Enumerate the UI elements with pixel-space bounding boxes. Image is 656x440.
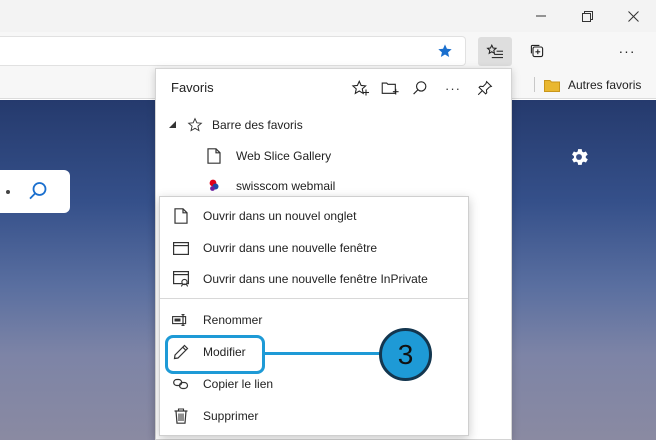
tree-item-swisscom-webmail[interactable]: swisscom webmail bbox=[207, 177, 335, 195]
close-button[interactable] bbox=[610, 0, 656, 32]
panel-title: Favoris bbox=[171, 80, 214, 95]
collections-icon bbox=[530, 44, 544, 58]
add-folder-button[interactable] bbox=[379, 77, 401, 99]
inprivate-window-icon bbox=[172, 270, 190, 288]
highlight-frame bbox=[165, 335, 265, 374]
callout-connector bbox=[265, 352, 382, 355]
caret-down-icon bbox=[169, 121, 176, 128]
new-window-icon bbox=[172, 239, 190, 257]
folder-icon bbox=[544, 79, 560, 92]
search-icon bbox=[29, 182, 47, 200]
star-outline-icon bbox=[187, 117, 203, 132]
menu-item-label: Renommer bbox=[203, 313, 263, 327]
address-bar[interactable] bbox=[0, 36, 466, 66]
collections-button[interactable] bbox=[526, 40, 548, 62]
search-box[interactable] bbox=[0, 170, 70, 213]
menu-item-delete[interactable]: Supprimer bbox=[160, 401, 468, 431]
menu-separator bbox=[160, 298, 468, 299]
more-menu-button[interactable]: ··· bbox=[612, 40, 642, 62]
menu-item-open-new-window[interactable]: Ouvrir dans une nouvelle fenêtre bbox=[160, 233, 468, 263]
page-icon bbox=[207, 148, 221, 164]
menu-item-label: Ouvrir dans un nouvel onglet bbox=[203, 209, 357, 223]
gear-icon bbox=[572, 149, 588, 165]
link-icon bbox=[172, 375, 190, 393]
favorites-list-icon bbox=[486, 43, 503, 58]
pin-icon bbox=[477, 80, 493, 96]
add-favorite-button[interactable] bbox=[349, 77, 371, 99]
tree-item-web-slice-gallery[interactable]: Web Slice Gallery bbox=[207, 147, 331, 165]
menu-item-label: Ouvrir dans une nouvelle fenêtre InPriva… bbox=[203, 272, 428, 286]
panel-more-button[interactable]: ··· bbox=[442, 77, 464, 99]
divider bbox=[534, 77, 535, 92]
star-add-icon bbox=[351, 79, 369, 96]
tree-item-favorites-bar[interactable]: Barre des favoris bbox=[168, 116, 303, 134]
restore-button[interactable] bbox=[564, 0, 610, 32]
rename-icon bbox=[172, 311, 190, 329]
swisscom-favicon bbox=[209, 179, 219, 191]
settings-button[interactable] bbox=[568, 146, 590, 173]
title-bar bbox=[0, 0, 656, 32]
folder-add-icon bbox=[381, 82, 399, 95]
restore-icon bbox=[581, 10, 593, 22]
favorite-star-button[interactable] bbox=[433, 40, 457, 62]
menu-item-label: Copier le lien bbox=[203, 377, 274, 391]
trash-icon bbox=[172, 407, 190, 425]
context-menu: Ouvrir dans un nouvel onglet Ouvrir dans… bbox=[159, 196, 469, 436]
menu-item-open-inprivate[interactable]: Ouvrir dans une nouvelle fenêtre InPriva… bbox=[160, 264, 468, 294]
new-tab-icon bbox=[172, 207, 190, 225]
star-filled-icon bbox=[438, 44, 452, 57]
close-icon bbox=[627, 10, 639, 22]
tree-label: Web Slice Gallery bbox=[236, 149, 332, 163]
pin-panel-button[interactable] bbox=[474, 77, 496, 99]
menu-item-label: Ouvrir dans une nouvelle fenêtre bbox=[203, 241, 378, 255]
tree-label: Barre des favoris bbox=[212, 118, 303, 132]
menu-item-label: Supprimer bbox=[203, 409, 259, 423]
search-favorites-button[interactable] bbox=[409, 77, 431, 99]
search-icon bbox=[413, 81, 427, 95]
search-dot bbox=[6, 190, 10, 194]
step-number-badge: 3 bbox=[379, 328, 432, 381]
minimize-button[interactable] bbox=[518, 0, 564, 32]
other-favorites-folder[interactable]: Autres favoris bbox=[544, 75, 641, 95]
favorites-hub-button[interactable] bbox=[478, 37, 512, 66]
menu-item-open-new-tab[interactable]: Ouvrir dans un nouvel onglet bbox=[160, 201, 468, 231]
menu-item-rename[interactable]: Renommer bbox=[160, 305, 468, 335]
tree-label: swisscom webmail bbox=[236, 179, 336, 193]
other-favorites-label: Autres favoris bbox=[568, 78, 642, 92]
minimize-icon bbox=[536, 15, 546, 17]
